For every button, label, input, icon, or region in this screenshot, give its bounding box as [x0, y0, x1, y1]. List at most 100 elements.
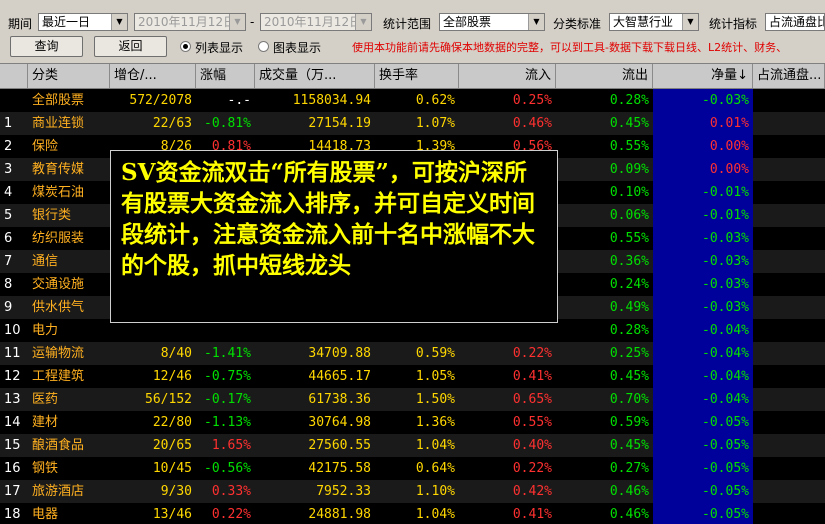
row-position-increase: 22/63 [152, 116, 192, 131]
row-net: -0.01% [653, 181, 753, 204]
header-net[interactable]: 净量↓ [653, 64, 753, 88]
row-volume: 34709.88 [308, 346, 371, 361]
date-to-select[interactable]: 2010年11月12日 ▼ [260, 13, 372, 31]
row-float-ratio [753, 480, 825, 503]
row-category: 银行类 [32, 208, 72, 223]
row-volume: 42175.58 [308, 461, 371, 476]
table-row[interactable]: 11 运输物流 8/40 -1.41% 34709.88 0.59% 0.22% 0.25% -… [0, 342, 825, 365]
date-from-select[interactable]: 2010年11月12日 ▼ [134, 13, 246, 31]
row-index: 2 [4, 139, 13, 154]
chevron-down-icon[interactable]: ▼ [111, 14, 127, 30]
header-float-ratio[interactable]: 占流通盘... [753, 64, 825, 88]
row-position-increase: 22/80 [152, 415, 192, 430]
row-turnover: 0.64% [415, 461, 455, 476]
table-row[interactable]: 12 工程建筑 12/46 -0.75% 44665.17 1.05% 0.41% 0.45%… [0, 365, 825, 388]
scope-select[interactable]: 全部股票 ▼ [439, 13, 545, 31]
class-select-value: 大智慧行业 [613, 15, 674, 29]
row-net: 0.00% [653, 135, 753, 158]
scope-select-value: 全部股票 [443, 15, 492, 29]
table-row[interactable]: 全部股票 572/2078 -.- 1158034.94 0.62% 0.25% 0.28%… [0, 89, 825, 112]
list-view-radio[interactable] [180, 41, 191, 52]
row-category: 医药 [32, 392, 59, 407]
header-category[interactable]: 分类 [28, 64, 110, 88]
row-index: 13 [4, 392, 21, 407]
row-outflow: 0.46% [609, 507, 649, 522]
row-volume: 24881.98 [308, 507, 371, 522]
row-position-increase: 9/30 [160, 484, 192, 499]
chevron-down-icon[interactable]: ▼ [682, 14, 698, 30]
table-row[interactable]: 16 钢铁 10/45 -0.56% 42175.58 0.64% 0.22% 0.27% -0… [0, 457, 825, 480]
row-float-ratio [753, 319, 825, 342]
row-index: 5 [4, 208, 13, 223]
query-button[interactable]: 查询 [10, 36, 83, 57]
table-row[interactable]: 1 商业连锁 22/63 -0.81% 27154.19 1.07% 0.46% 0.45% 0… [0, 112, 825, 135]
row-category: 钢铁 [32, 461, 59, 476]
row-volume: 1158034.94 [292, 93, 371, 108]
row-outflow: 0.55% [609, 139, 649, 154]
row-outflow: 0.25% [609, 346, 649, 361]
row-change: -1.13% [204, 415, 251, 430]
row-inflow: 0.25% [512, 93, 552, 108]
row-index: 10 [4, 323, 21, 338]
row-category: 运输物流 [32, 346, 85, 361]
row-outflow: 0.06% [609, 208, 649, 223]
row-float-ratio [753, 135, 825, 158]
chevron-down-icon[interactable]: ▼ [355, 14, 371, 30]
row-inflow: 0.65% [512, 392, 552, 407]
header-volume[interactable]: 成交量（万... [255, 64, 375, 88]
row-outflow: 0.36% [609, 254, 649, 269]
row-float-ratio [753, 411, 825, 434]
chart-view-label[interactable]: 图表显示 [273, 39, 321, 56]
row-inflow: 0.55% [512, 415, 552, 430]
back-button[interactable]: 返回 [94, 36, 167, 57]
row-float-ratio [753, 365, 825, 388]
chevron-down-icon[interactable]: ▼ [528, 14, 544, 30]
table-row[interactable]: 14 建材 22/80 -1.13% 30764.98 1.36% 0.55% 0.59% -0… [0, 411, 825, 434]
header-inflow[interactable]: 流入 [459, 64, 556, 88]
row-float-ratio [753, 273, 825, 296]
chevron-down-icon[interactable]: ▼ [229, 14, 245, 30]
class-label: 分类标准 [553, 17, 602, 31]
table-row[interactable]: 13 医药 56/152 -0.17% 61738.36 1.50% 0.65% 0.70% -… [0, 388, 825, 411]
chart-view-radio[interactable] [258, 41, 269, 52]
table-row[interactable]: 15 酿酒食品 20/65 1.65% 27560.55 1.04% 0.40% 0.45% -… [0, 434, 825, 457]
row-change: -0.17% [204, 392, 251, 407]
row-turnover: 0.59% [415, 346, 455, 361]
header-outflow[interactable]: 流出 [556, 64, 653, 88]
row-position-increase: 10/45 [152, 461, 192, 476]
row-category: 通信 [32, 254, 59, 269]
list-view-label[interactable]: 列表显示 [195, 39, 243, 56]
row-float-ratio [753, 388, 825, 411]
annotation-overlay: SV资金流双击“所有股票”，可按沪深所有股票大资金流入排序，并可自定义时间段统计… [110, 150, 558, 323]
table-row[interactable]: 17 旅游酒店 9/30 0.33% 7952.33 1.10% 0.42% 0.46% -0.… [0, 480, 825, 503]
header-position-increase[interactable]: 增仓/... [110, 64, 196, 88]
row-float-ratio [753, 181, 825, 204]
header-change[interactable]: 涨幅 [196, 64, 255, 88]
header-turnover[interactable]: 换手率 [375, 64, 459, 88]
row-position-increase: 13/46 [152, 507, 192, 522]
row-index: 9 [4, 300, 13, 315]
row-outflow: 0.45% [609, 369, 649, 384]
row-float-ratio [753, 296, 825, 319]
row-float-ratio [753, 158, 825, 181]
row-volume: 44665.17 [308, 369, 371, 384]
row-outflow: 0.49% [609, 300, 649, 315]
row-outflow: 0.28% [609, 93, 649, 108]
row-inflow: 0.41% [512, 369, 552, 384]
row-category: 旅游酒店 [32, 484, 85, 499]
row-outflow: 0.10% [609, 185, 649, 200]
row-outflow: 0.09% [609, 162, 649, 177]
row-turnover: 1.04% [415, 438, 455, 453]
row-index: 3 [4, 162, 13, 177]
table-row[interactable]: 18 电器 13/46 0.22% 24881.98 1.04% 0.41% 0.46% -0.… [0, 503, 825, 524]
class-select[interactable]: 大智慧行业 ▼ [609, 13, 699, 31]
row-outflow: 0.24% [609, 277, 649, 292]
row-change: -0.75% [204, 369, 251, 384]
row-outflow: 0.27% [609, 461, 649, 476]
period-select[interactable]: 最近一日 ▼ [38, 13, 128, 31]
row-category: 全部股票 [32, 93, 85, 108]
index-select[interactable]: 占流通盘比 [765, 13, 825, 31]
row-change: -0.81% [204, 116, 251, 131]
row-inflow: 0.22% [512, 346, 552, 361]
date-separator: - [250, 15, 255, 29]
